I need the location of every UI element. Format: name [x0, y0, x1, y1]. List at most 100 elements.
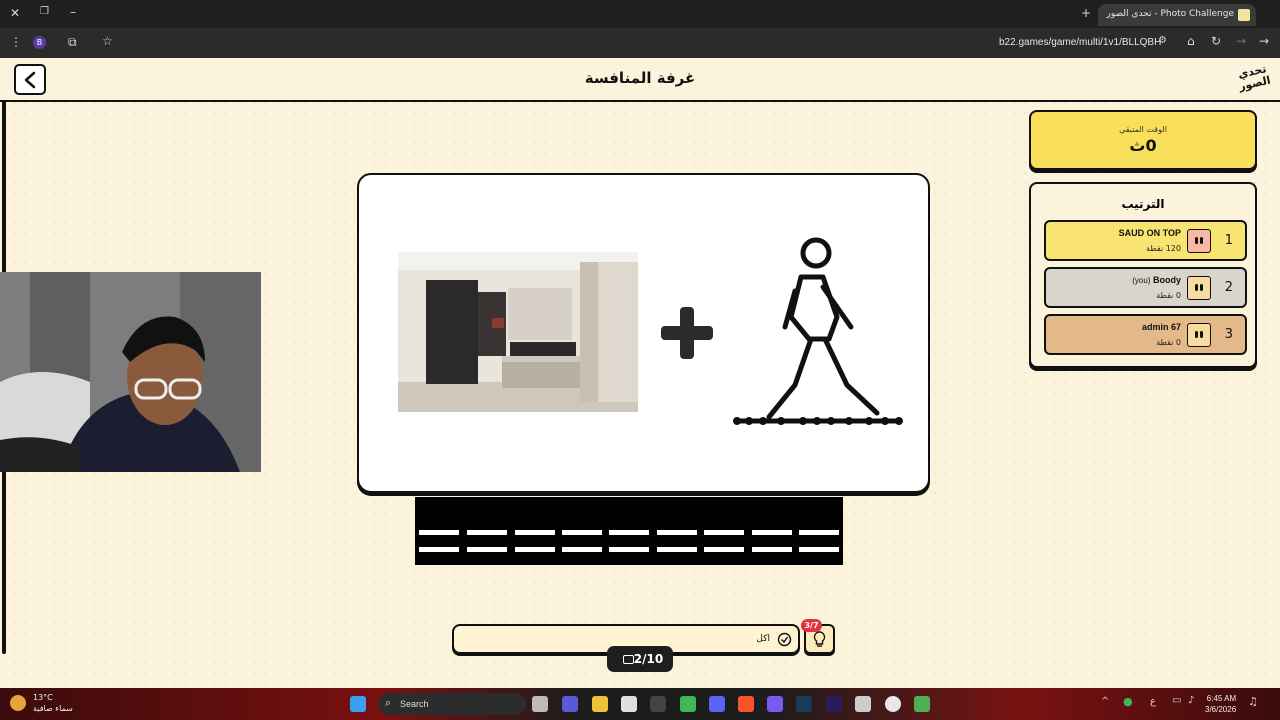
rank-row-1: 1 SAUD ON TOP 120 نقطة [1044, 220, 1247, 261]
close-window-icon[interactable]: ✕ [10, 7, 20, 19]
mic-icon[interactable]: ● [1123, 696, 1133, 707]
profile-avatar[interactable]: B [33, 36, 46, 49]
answer-slot [752, 547, 792, 552]
browser-tab-bar: ✕ ❐ – + ✕ Photo Challenge - تحدي الصور [0, 0, 1280, 28]
weather-desc: سماء صافية [33, 704, 73, 713]
hint-count-badge: 3/7 [801, 619, 822, 632]
player-name-row: (you) Boody [1132, 275, 1181, 285]
player-points: 0 نقطة [1156, 291, 1181, 300]
player-name: admin 67 [1141, 322, 1181, 332]
round-progress-text: 2/10 [633, 652, 664, 666]
answer-slot [609, 547, 649, 552]
answer-slot [562, 547, 602, 552]
answer-slot [657, 547, 697, 552]
tab-title: Photo Challenge - تحدي الصور [1106, 9, 1235, 19]
system-clock[interactable]: 6:45 AM 3/6/2026 [1205, 693, 1236, 715]
weather-icon[interactable] [10, 695, 26, 711]
timer-label: الوقت المتبقي [1119, 125, 1167, 134]
answer-slot [419, 547, 459, 552]
volume-icon[interactable]: ♪ [1188, 696, 1194, 706]
page-header: غرفة المنافسة تحدي الصور [0, 58, 1280, 102]
rank-row-2: 2 (you) Boody 0 نقطة [1044, 267, 1247, 308]
back-nav-icon[interactable]: → [1259, 35, 1269, 47]
store-icon[interactable] [621, 696, 637, 712]
answer-slot [609, 530, 649, 535]
file-explorer-icon[interactable] [592, 696, 608, 712]
teams-icon[interactable] [562, 696, 578, 712]
extensions-icon[interactable]: ⧉ [68, 36, 77, 48]
answer-slot [419, 530, 459, 535]
home-icon[interactable]: ⌂ [1187, 35, 1195, 47]
premiere-icon[interactable] [826, 696, 842, 712]
discord-icon[interactable] [709, 696, 725, 712]
player-name: Boody [1153, 275, 1181, 285]
forward-icon[interactable]: → [1236, 35, 1246, 47]
rank-row-3: 3 admin 67 0 نقطة [1044, 314, 1247, 355]
answer-input-text: اكل [756, 634, 770, 644]
rank-number: 3 [1224, 327, 1233, 342]
reload-icon[interactable]: ↻ [1211, 35, 1221, 47]
clock-icon [777, 632, 792, 647]
minimize-window-icon[interactable]: – [70, 6, 76, 18]
answer-slot [704, 530, 744, 535]
answer-slot [515, 547, 555, 552]
rank-number: 1 [1224, 233, 1233, 248]
chrome-icon[interactable] [885, 696, 901, 712]
player-name: SAUD ON TOP [1118, 228, 1181, 238]
game-page: غرفة المنافسة تحدي الصور الوقت المتبقي 0… [0, 58, 1280, 688]
windows-taskbar: 13°C سماء صافية ⌕ Search ^ ● ع ▭ ♪ 6:45 … [0, 688, 1280, 720]
player-avatar-icon [1187, 323, 1211, 347]
ranking-panel: الترتيب 1 SAUD ON TOP 120 نقطة 2 (you) B… [1029, 182, 1257, 368]
language-indicator[interactable]: ع [1150, 697, 1156, 707]
weather-widget[interactable]: 13°C سماء صافية [33, 692, 73, 714]
answer-slot [515, 530, 555, 535]
image-icon [622, 655, 634, 664]
player-avatar-icon [1187, 229, 1211, 253]
puzzle-card [357, 173, 930, 493]
epic-games-icon[interactable] [650, 696, 666, 712]
url-text[interactable]: b22.games/game/multi/1v1/BLLQBH [999, 37, 1161, 48]
obs-icon[interactable] [855, 696, 871, 712]
answer-slot [704, 547, 744, 552]
tab-favicon-icon [1238, 9, 1250, 21]
taskbar-search[interactable]: ⌕ Search [378, 693, 526, 715]
site-settings-icon[interactable]: ⚙ [1158, 36, 1167, 46]
menu-dots-icon[interactable]: ⋮ [10, 36, 22, 48]
task-view-icon[interactable] [532, 696, 548, 712]
steam-icon[interactable] [796, 696, 812, 712]
timer-card: الوقت المتبقي 0ث [1029, 110, 1257, 170]
xbox-icon[interactable] [680, 696, 696, 712]
clock-time: 6:45 AM [1206, 694, 1237, 703]
search-icon: ⌕ [385, 697, 392, 709]
walking-person-icon [733, 237, 903, 425]
ranking-title: الترتيب [1121, 197, 1165, 211]
webcam-overlay [0, 272, 261, 472]
round-progress: 2/10 [607, 646, 673, 672]
bookmark-star-icon[interactable]: ☆ [102, 35, 113, 47]
minecraft-icon[interactable] [914, 696, 930, 712]
brave-icon[interactable] [738, 696, 754, 712]
player-points: 0 نقطة [1156, 338, 1181, 347]
restore-window-icon[interactable]: ❐ [40, 7, 49, 17]
answer-slot [562, 530, 602, 535]
answer-slot [657, 530, 697, 535]
plus-icon [661, 307, 713, 359]
clock-date: 3/6/2026 [1205, 705, 1237, 714]
new-tab-icon[interactable]: + [1081, 7, 1091, 19]
timer-value: 0ث [1129, 136, 1157, 155]
back-button[interactable] [14, 64, 46, 95]
you-tag: (you) [1132, 276, 1151, 285]
address-bar: ⋮ B ⧉ ☆ b22.games/game/multi/1v1/BLLQBH … [0, 28, 1280, 58]
tray-chevron-icon[interactable]: ^ [1101, 697, 1109, 707]
network-icon[interactable]: ▭ [1172, 696, 1181, 706]
active-tab[interactable]: Photo Challenge - تحدي الصور [1098, 4, 1256, 26]
answer-slots [415, 497, 843, 565]
page-title: غرفة المنافسة [584, 69, 696, 87]
rank-number: 2 [1224, 280, 1233, 295]
game-logo[interactable]: تحدي الصور [1233, 62, 1274, 98]
answer-slot [752, 530, 792, 535]
answer-slot [799, 547, 839, 552]
notification-bell-icon[interactable]: ♫ [1248, 696, 1258, 707]
app-icon[interactable] [767, 696, 783, 712]
windows-start-icon[interactable] [350, 696, 366, 712]
